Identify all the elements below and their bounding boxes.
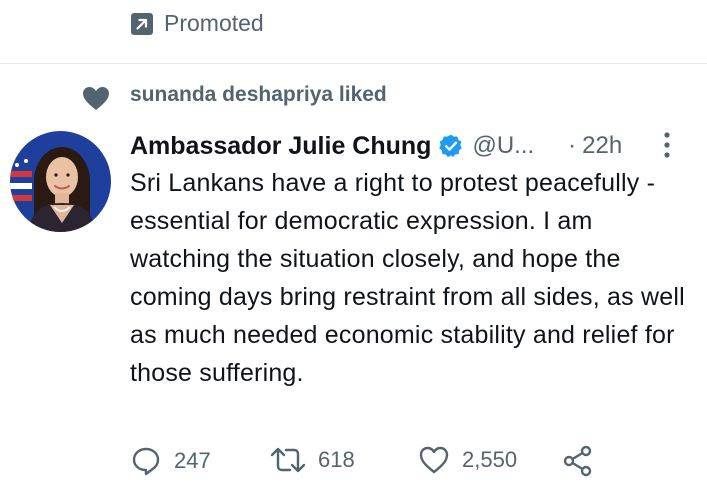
share-icon [562,445,594,477]
share-button[interactable] [562,445,594,477]
heart-icon [418,445,450,475]
promoted-label[interactable]: Promoted [130,10,264,37]
social-context-text: sunanda deshapriya liked [130,83,387,106]
verified-badge-icon[interactable] [438,133,464,159]
time-separator: · [568,132,577,159]
author-handle[interactable]: @U... [472,132,534,160]
reply-button[interactable]: 247 [130,445,211,477]
divider [0,63,707,64]
profile-photo [10,131,111,232]
timeline: Promoted sunanda deshapriya liked Ambass… [0,0,707,499]
promoted-text: Promoted [164,10,264,36]
reply-icon [130,445,162,477]
reply-count: 247 [174,448,211,473]
retweet-icon [270,445,306,475]
arrow-up-right-box-icon [130,12,154,36]
like-button[interactable]: 2,550 [418,445,517,475]
tweet-text: Sri Lankans have a right to protest peac… [130,169,685,387]
tweet-header: Ambassador Julie Chung @U... · 22h [130,128,690,164]
author-display-name[interactable]: Ambassador Julie Chung [130,132,431,161]
like-count: 2,550 [462,447,518,472]
retweet-count: 618 [318,447,355,472]
retweet-button[interactable]: 618 [270,445,355,475]
social-context[interactable]: sunanda deshapriya liked [0,80,707,114]
tweet-timestamp[interactable]: 22h [582,132,622,160]
avatar[interactable] [10,131,111,232]
tweet-actions: 247 618 2,550 [130,445,610,485]
more-options-icon[interactable] [662,130,672,165]
heart-filled-icon [82,86,110,116]
